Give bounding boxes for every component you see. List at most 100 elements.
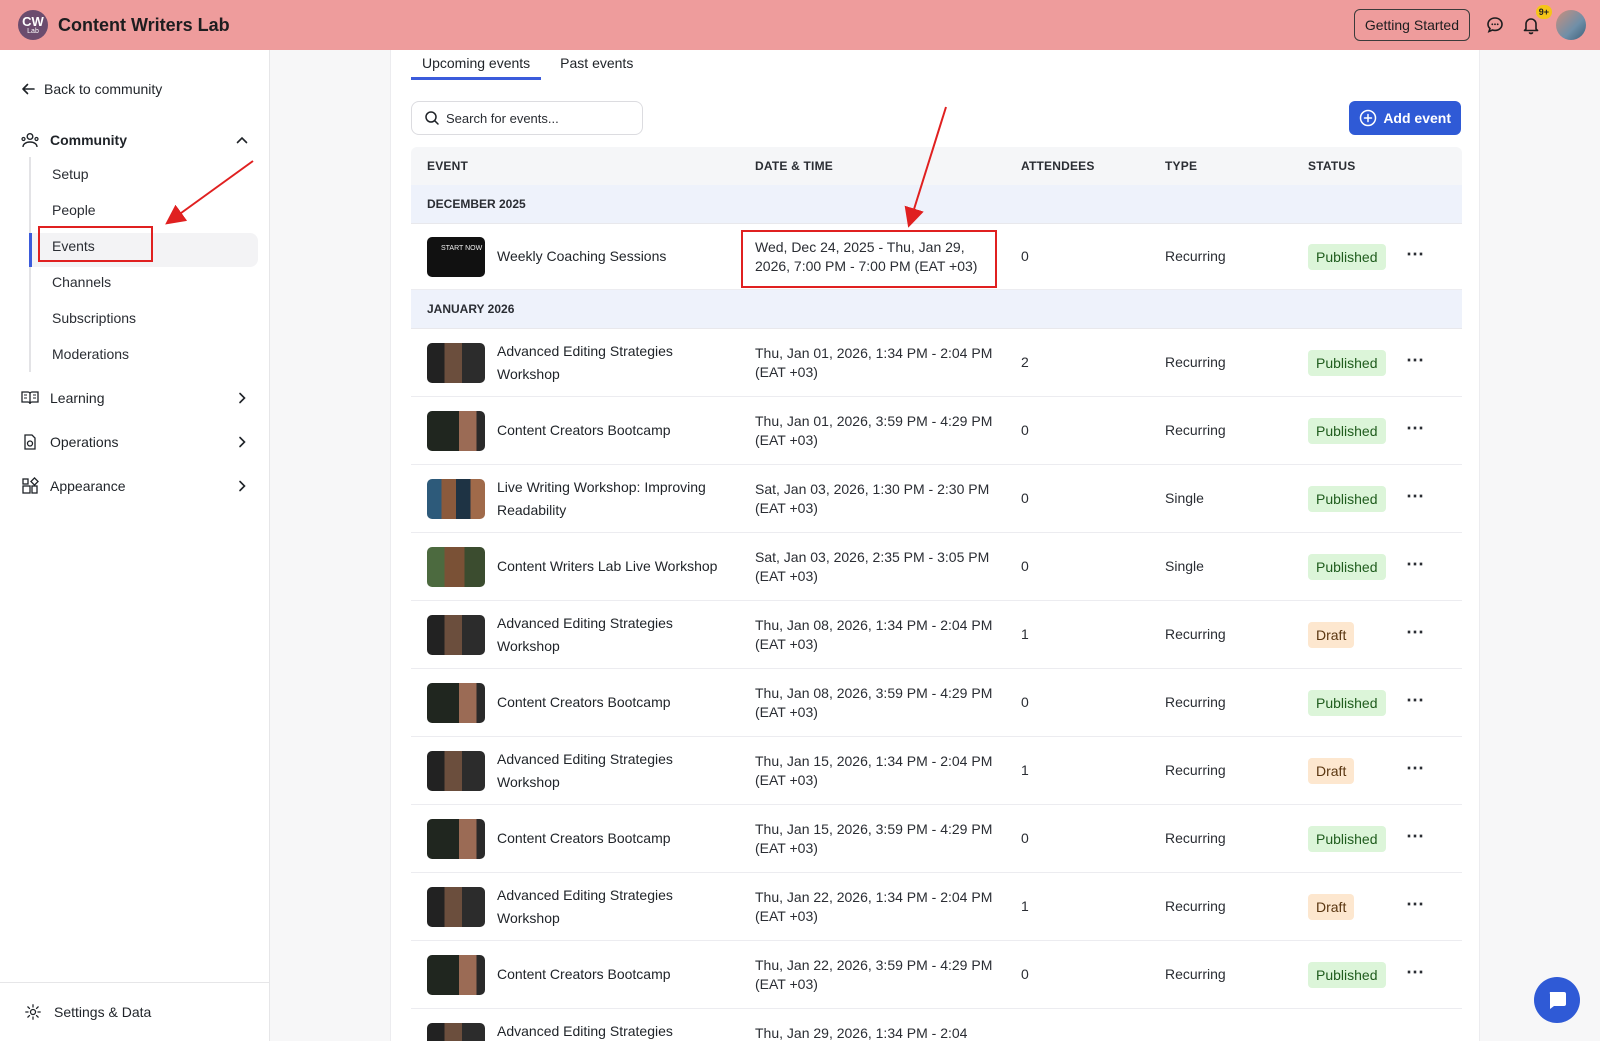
event-type: Recurring (1165, 248, 1226, 264)
event-attendees: 2 (1021, 354, 1029, 370)
event-thumbnail (427, 955, 485, 995)
event-type: Single (1165, 490, 1204, 506)
event-name[interactable]: Content Creators Bootcamp (497, 419, 737, 442)
event-date: Thu, Jan 15, 2026, 3:59 PM - 4:29 PM (EA… (755, 821, 993, 856)
sidebar-group-operations[interactable]: Operations (20, 432, 250, 452)
more-options-icon[interactable]: ⋯ (1406, 244, 1425, 265)
active-item-indicator (29, 233, 32, 267)
event-name[interactable]: Advanced Editing Strategies Workshop (497, 748, 737, 794)
operations-icon (24, 434, 36, 450)
more-options-icon[interactable]: ⋯ (1406, 622, 1425, 643)
table-row[interactable]: Content Writers Lab Live Workshop Sat, J… (411, 533, 1462, 601)
header-type[interactable]: TYPE (1165, 159, 1197, 173)
more-options-icon[interactable]: ⋯ (1406, 826, 1425, 847)
tab-upcoming-events[interactable]: Upcoming events (411, 50, 542, 80)
event-date: Sat, Jan 03, 2026, 1:30 PM - 2:30 PM (EA… (755, 481, 990, 516)
plus-circle-icon (1360, 109, 1377, 127)
sidebar-item-channels[interactable]: Channels (52, 274, 111, 290)
event-name[interactable]: Content Writers Lab Live Workshop (497, 555, 737, 578)
settings-and-data-link[interactable]: Settings & Data (0, 982, 270, 1041)
gear-icon (25, 1004, 41, 1020)
app-title[interactable]: Content Writers Lab (58, 15, 230, 36)
bell-icon[interactable]: 9+ (1520, 5, 1552, 36)
event-thumbnail (427, 547, 485, 587)
support-chat-button[interactable] (1534, 977, 1580, 1023)
add-event-button[interactable]: Add event (1349, 101, 1461, 135)
tab-past-events[interactable]: Past events (549, 50, 644, 80)
event-attendees: 0 (1021, 248, 1029, 264)
header-date-time[interactable]: DATE & TIME (755, 159, 833, 173)
community-label: Community (50, 132, 127, 148)
table-row[interactable]: Advanced Editing Strategies Workshop Thu… (411, 737, 1462, 805)
table-row[interactable]: Advanced Editing Strategies Workshop Thu… (411, 873, 1462, 941)
back-to-community-link[interactable]: Back to community (20, 81, 162, 97)
more-options-icon[interactable]: ⋯ (1406, 894, 1425, 915)
more-options-icon[interactable]: ⋯ (1406, 554, 1425, 575)
event-thumbnail (427, 411, 485, 451)
table-row[interactable]: Advanced Editing Strategies Workshop Thu… (411, 329, 1462, 397)
event-type: Recurring (1165, 626, 1226, 642)
sidebar-group-appearance[interactable]: Appearance (20, 476, 250, 496)
event-name[interactable]: Live Writing Workshop: Improving Readabi… (497, 476, 737, 522)
header-status[interactable]: STATUS (1308, 159, 1355, 173)
search-input[interactable] (446, 110, 636, 126)
event-thumbnail (427, 479, 485, 519)
more-options-icon[interactable]: ⋯ (1406, 486, 1425, 507)
sidebar-item-people[interactable]: People (52, 202, 96, 218)
event-name[interactable]: Content Creators Bootcamp (497, 827, 737, 850)
sidebar-group-community[interactable]: Community (20, 130, 250, 150)
event-name[interactable]: Advanced Editing Strategies Workshop (497, 340, 737, 386)
arrow-left-icon (22, 83, 35, 95)
event-date: Thu, Jan 08, 2026, 3:59 PM - 4:29 PM (EA… (755, 685, 993, 720)
table-row[interactable]: Advanced Editing Strategies Thu, Jan 29,… (411, 1009, 1462, 1041)
event-name[interactable]: Advanced Editing Strategies (497, 1020, 737, 1041)
getting-started-button[interactable]: Getting Started (1353, 9, 1470, 41)
event-name[interactable]: Content Creators Bootcamp (497, 691, 737, 714)
header-attendees[interactable]: ATTENDEES (1021, 159, 1095, 173)
table-row[interactable]: Live Writing Workshop: Improving Readabi… (411, 465, 1462, 533)
event-type: Recurring (1165, 422, 1226, 438)
event-name[interactable]: Weekly Coaching Sessions (497, 245, 737, 268)
table-row[interactable]: Content Creators Bootcamp Thu, Jan 15, 2… (411, 805, 1462, 873)
table-row[interactable]: Advanced Editing Strategies Workshop Thu… (411, 601, 1462, 669)
more-options-icon[interactable]: ⋯ (1406, 690, 1425, 711)
event-name[interactable]: Advanced Editing Strategies Workshop (497, 884, 737, 930)
more-options-icon[interactable]: ⋯ (1406, 418, 1425, 439)
operations-label: Operations (50, 434, 119, 450)
table-row[interactable]: Content Creators Bootcamp Thu, Jan 08, 2… (411, 669, 1462, 737)
more-options-icon[interactable]: ⋯ (1406, 350, 1425, 371)
sidebar-item-moderations[interactable]: Moderations (52, 346, 129, 362)
chevron-right-icon (239, 436, 246, 448)
more-options-icon[interactable]: ⋯ (1406, 758, 1425, 779)
sidebar-item-subscriptions[interactable]: Subscriptions (52, 310, 136, 326)
learning-label: Learning (50, 390, 105, 406)
add-event-label: Add event (1383, 110, 1451, 126)
chat-icon[interactable] (1484, 14, 1506, 36)
event-attendees: 0 (1021, 422, 1029, 438)
event-name[interactable]: Content Creators Bootcamp (497, 963, 737, 986)
event-attendees: 0 (1021, 490, 1029, 506)
status-badge: Published (1308, 418, 1386, 444)
more-options-icon[interactable]: ⋯ (1406, 962, 1425, 983)
table-row[interactable]: Content Creators Bootcamp Thu, Jan 22, 2… (411, 941, 1462, 1009)
status-badge: Published (1308, 244, 1386, 270)
app-logo[interactable]: CW Lab (18, 10, 48, 40)
event-name[interactable]: Advanced Editing Strategies Workshop (497, 612, 737, 658)
table-row[interactable]: Content Creators Bootcamp Thu, Jan 01, 2… (411, 397, 1462, 465)
month-group-header: JANUARY 2026 (411, 290, 1462, 329)
month-label: DECEMBER 2025 (427, 197, 526, 211)
community-icon (21, 133, 39, 148)
user-avatar[interactable] (1556, 10, 1586, 40)
header-event[interactable]: EVENT (427, 159, 468, 173)
event-thumbnail (427, 343, 485, 383)
appearance-icon (22, 477, 39, 494)
status-badge: Draft (1308, 758, 1355, 784)
logo-sub-text: Lab (27, 28, 39, 35)
sidebar-item-setup[interactable]: Setup (52, 166, 89, 182)
notification-count-badge: 9+ (1535, 5, 1552, 19)
chevron-up-icon[interactable] (234, 132, 250, 148)
sidebar-group-learning[interactable]: Learning (20, 388, 250, 408)
event-attendees: 1 (1021, 626, 1029, 642)
event-thumbnail (427, 751, 485, 791)
event-thumbnail: START NOW (427, 237, 485, 277)
